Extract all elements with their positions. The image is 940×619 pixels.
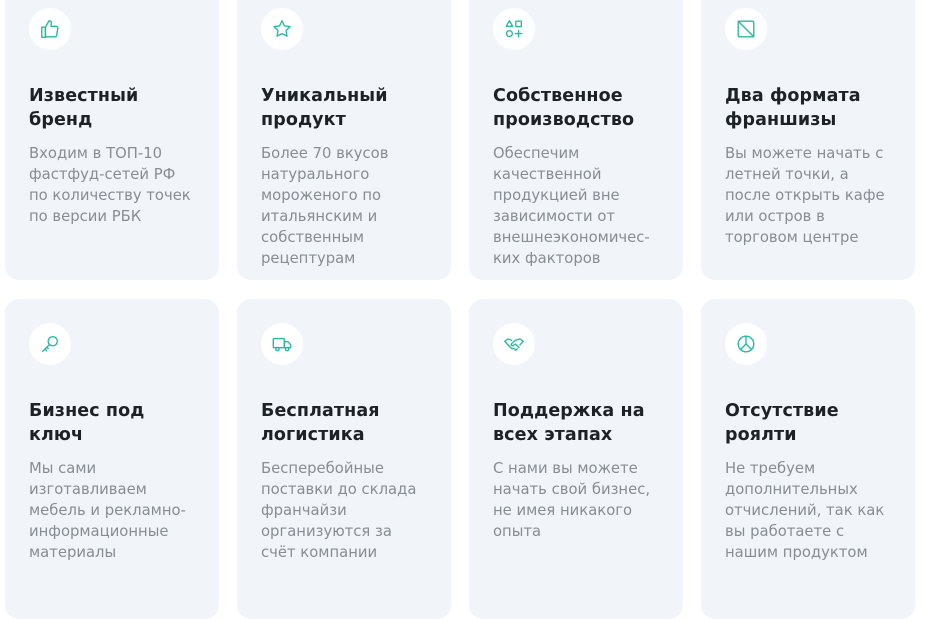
benefit-title: Два формата франшизы bbox=[725, 86, 861, 130]
benefit-title: Поддержка на всех этапах bbox=[493, 401, 645, 445]
benefit-description: Бесперебойные поставки до склада франчай… bbox=[261, 460, 417, 561]
benefit-card-support: Поддержка на всех этапах С нами вы может… bbox=[469, 299, 683, 619]
benefit-title: Собственное производство bbox=[493, 86, 635, 130]
benefit-card-formats: Два формата франшизы Вы можете начать с … bbox=[701, 0, 915, 280]
benefit-card-brand: Известный бренд Входим в ТОП-10 фастфуд-… bbox=[5, 0, 219, 280]
benefit-title: Бизнес под ключ bbox=[29, 401, 145, 445]
benefit-description: Обеспечим качественной продукцией вне за… bbox=[493, 145, 650, 267]
handshake-icon bbox=[504, 338, 524, 351]
shapes-icon bbox=[505, 20, 523, 38]
icon-badge bbox=[261, 8, 303, 50]
key-icon bbox=[41, 335, 59, 353]
benefit-card-logistics: Бесплатная логистика Бесперебойные поста… bbox=[237, 299, 451, 619]
icon-badge bbox=[29, 8, 71, 50]
benefit-title: Отсутствие роялти bbox=[725, 401, 839, 445]
benefit-description: Входим в ТОП-10 фастфуд-сетей РФ по коли… bbox=[29, 145, 191, 225]
benefit-description: Вы можете начать с летней точки, а после… bbox=[725, 145, 885, 246]
icon-badge bbox=[493, 323, 535, 365]
thumbs-up-icon bbox=[41, 20, 59, 38]
icon-badge bbox=[493, 8, 535, 50]
benefit-title: Уникальный продукт bbox=[261, 86, 388, 130]
benefit-title: Бесплатная логистика bbox=[261, 401, 380, 445]
truck-icon bbox=[272, 337, 292, 352]
benefit-card-production: Собственное производство Обеспечим качес… bbox=[469, 0, 683, 280]
icon-badge bbox=[29, 323, 71, 365]
benefit-card-royalty: Отсутствие роялти Не требуем дополнитель… bbox=[701, 299, 915, 619]
benefit-description: Более 70 вкусов натурального мороженого … bbox=[261, 145, 389, 267]
icon-badge bbox=[725, 8, 767, 50]
icon-badge bbox=[725, 323, 767, 365]
icon-badge bbox=[261, 323, 303, 365]
benefit-card-product: Уникальный продукт Более 70 вкусов натур… bbox=[237, 0, 451, 280]
benefit-description: Мы сами изготавливаем мебель и рекламно-… bbox=[29, 460, 186, 561]
pie-chart-icon bbox=[737, 335, 755, 353]
star-icon bbox=[273, 20, 291, 37]
benefit-description: Не требуем дополнительных отчислений, та… bbox=[725, 460, 885, 561]
benefit-description: С нами вы можете начать свой бизнес, не … bbox=[493, 460, 651, 540]
benefit-title: Известный бренд bbox=[29, 86, 139, 130]
benefits-grid: Известный бренд Входим в ТОП-10 фастфуд-… bbox=[5, 0, 917, 619]
benefit-card-turnkey: Бизнес под ключ Мы сами изготавливаем ме… bbox=[5, 299, 219, 619]
square-slash-icon bbox=[737, 20, 755, 38]
